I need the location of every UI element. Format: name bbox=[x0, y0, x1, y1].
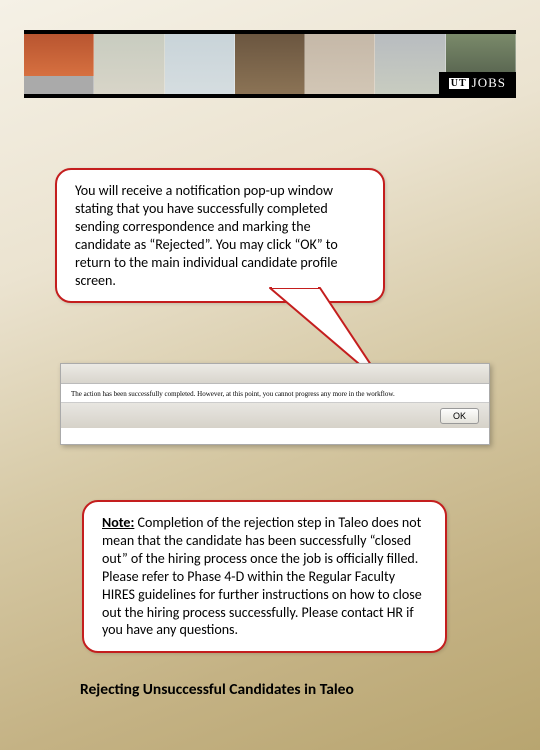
header-photo bbox=[94, 34, 164, 94]
note-text: Completion of the rejection step in Tale… bbox=[102, 514, 422, 638]
popup-button-row: OK bbox=[61, 402, 489, 428]
ut-jobs-logo: UT JOBS bbox=[439, 72, 516, 94]
header-image-strip: UT JOBS bbox=[24, 30, 516, 98]
header-photo bbox=[235, 34, 305, 94]
note-label: Note: bbox=[102, 514, 134, 531]
callout-text: You will receive a notification pop-up w… bbox=[75, 182, 338, 289]
callout-note: Note: Completion of the rejection step i… bbox=[82, 500, 447, 653]
header-photo bbox=[165, 34, 235, 94]
header-photo bbox=[305, 34, 375, 94]
popup-message: The action has been successfully complet… bbox=[61, 384, 489, 402]
popup-titlebar bbox=[61, 364, 489, 384]
logo-prefix: UT bbox=[449, 78, 469, 89]
header-photo bbox=[375, 34, 445, 94]
popup-screenshot: The action has been successfully complet… bbox=[60, 363, 490, 445]
ok-button[interactable]: OK bbox=[440, 408, 479, 424]
header-photo bbox=[24, 34, 94, 94]
page-title: Rejecting Unsuccessful Candidates in Tal… bbox=[80, 680, 354, 699]
logo-text: JOBS bbox=[472, 75, 506, 91]
callout-notification-info: You will receive a notification pop-up w… bbox=[55, 168, 385, 303]
